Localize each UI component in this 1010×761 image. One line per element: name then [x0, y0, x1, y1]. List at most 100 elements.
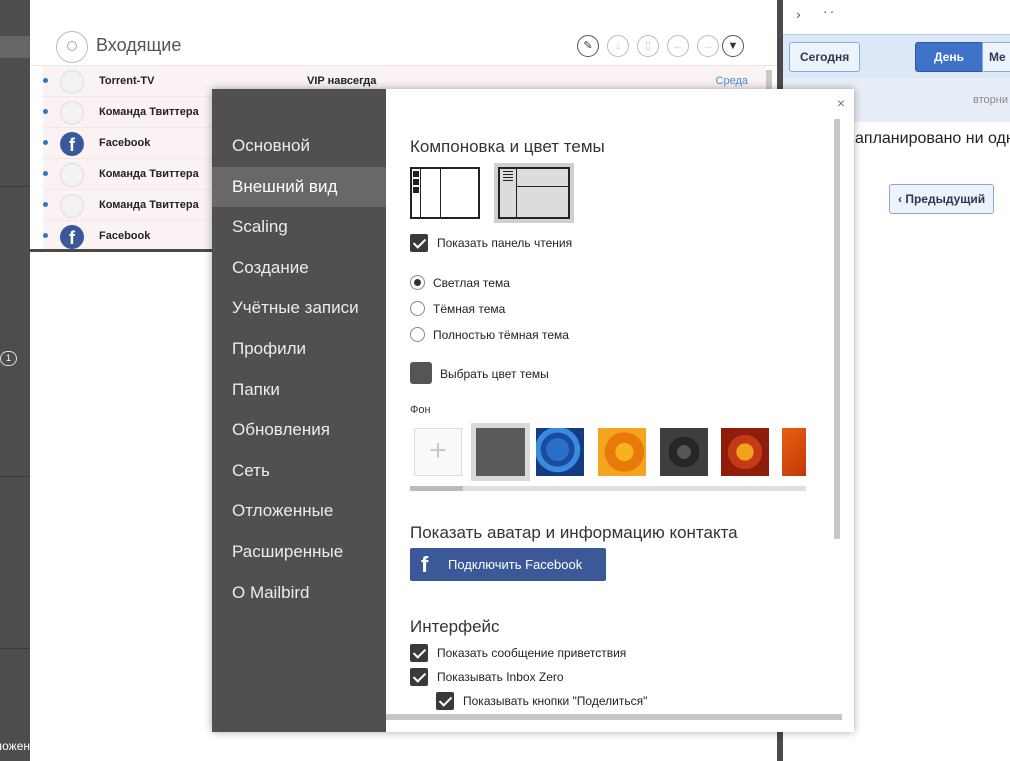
checkbox-checked-icon[interactable]: [410, 644, 428, 662]
background-scroll-track[interactable]: [410, 486, 806, 491]
settings-nav-folders[interactable]: Папки: [212, 370, 386, 411]
settings-vertical-scrollbar[interactable]: [834, 119, 840, 539]
message-sender: Команда Твиттера: [99, 106, 199, 118]
theme-light-label: Светлая тема: [433, 276, 510, 290]
more-icon[interactable]: ▼: [722, 35, 744, 57]
background-gray-swatch: [476, 428, 525, 476]
background-orange-option[interactable]: [598, 428, 646, 476]
unread-count-badge: 1: [0, 351, 17, 366]
settings-nav-composing[interactable]: Создание: [212, 248, 386, 289]
layout-block: [413, 179, 419, 185]
download-icon[interactable]: ↓: [607, 35, 629, 57]
connect-facebook-button[interactable]: f Подключить Facebook: [410, 548, 606, 581]
radio-icon[interactable]: [410, 327, 425, 342]
message-sender: Facebook: [99, 137, 151, 149]
calendar-weekday: вторни: [973, 94, 1008, 106]
background-scroll-thumb[interactable]: [410, 486, 463, 491]
avatar-heading: Показать аватар и информацию контакта: [410, 523, 738, 542]
connect-facebook-label: Подключить Facebook: [448, 557, 583, 572]
theme-full-dark-label: Полностью тёмная тема: [433, 328, 569, 342]
settings-nav-scaling[interactable]: Scaling: [212, 207, 386, 248]
radio-icon[interactable]: [410, 301, 425, 316]
forward-icon[interactable]: →: [697, 35, 719, 57]
settings-nav-advanced[interactable]: Расширенные: [212, 532, 386, 573]
layout-preview-pane-option[interactable]: [494, 163, 574, 223]
trash-icon[interactable]: ▯: [637, 35, 659, 57]
message-sender: Команда Твиттера: [99, 199, 199, 211]
checkbox-checked-icon[interactable]: [436, 692, 454, 710]
settings-nav-network[interactable]: Сеть: [212, 451, 386, 492]
calendar-toolbar: Сегодня День Ме: [783, 34, 1010, 78]
theme-color-swatch[interactable]: [410, 362, 432, 384]
calendar-expand-icon[interactable]: ›: [796, 6, 801, 22]
background-red-option[interactable]: [721, 428, 769, 476]
rail-divider: [0, 186, 30, 187]
settings-nav-identities[interactable]: Профили: [212, 329, 386, 370]
settings-nav-snoozed[interactable]: Отложенные: [212, 491, 386, 532]
pick-theme-color-label[interactable]: Выбрать цвет темы: [440, 367, 549, 381]
reply-icon[interactable]: ←: [667, 35, 689, 57]
search-icon[interactable]: [56, 31, 88, 63]
layout-line: [420, 169, 421, 217]
contact-avatar-icon: [60, 194, 84, 218]
unread-dot: [43, 171, 48, 176]
calendar-dots-icon[interactable]: ··: [823, 3, 836, 19]
mail-header: Входящие ✎ ↓ ▯ ← → ▼: [30, 0, 777, 66]
background-gray-option[interactable]: [471, 423, 530, 481]
background-blue-option[interactable]: [536, 428, 584, 476]
unread-dot: [43, 233, 48, 238]
inbox-zero-label: Показывать Inbox Zero: [437, 670, 564, 684]
unread-dot: [43, 140, 48, 145]
background-dark-option[interactable]: [660, 428, 708, 476]
add-background-icon[interactable]: +: [414, 428, 462, 476]
layout-line: [440, 169, 441, 217]
radio-selected-icon[interactable]: [410, 275, 425, 290]
rail-item-snoozed-label[interactable]: Отложен: [0, 739, 30, 753]
theme-dark-label: Тёмная тема: [433, 302, 506, 316]
checkbox-checked-icon[interactable]: [410, 234, 428, 252]
welcome-message-label: Показать сообщение приветствия: [437, 646, 627, 660]
checkbox-checked-icon[interactable]: [410, 668, 428, 686]
settings-nav-about[interactable]: О Mailbird: [212, 573, 386, 614]
layout-line: [516, 169, 517, 217]
layout-line: [503, 177, 513, 178]
reading-pane-label: Показать панель чтения: [437, 236, 573, 250]
layout-block: [413, 187, 419, 193]
settings-nav-accounts[interactable]: Учётные записи: [212, 288, 386, 329]
rail-selected-item[interactable]: [0, 36, 30, 58]
interface-heading: Интерфейс: [410, 617, 500, 636]
message-date: Среда: [715, 75, 748, 87]
settings-nav-updates[interactable]: Обновления: [212, 410, 386, 451]
settings-dialog: Основной Внешний вид Scaling Создание Уч…: [212, 89, 854, 732]
layout-line: [503, 180, 513, 181]
rail-divider: [0, 648, 30, 649]
compose-icon[interactable]: ✎: [577, 35, 599, 57]
facebook-icon: f: [421, 552, 429, 577]
today-button[interactable]: Сегодня: [789, 42, 861, 72]
settings-content: Компоновка и цвет темы Показать панель ч…: [410, 89, 840, 732]
layout-line: [503, 171, 513, 172]
unread-dot: [43, 78, 48, 83]
previous-button[interactable]: ‹ Предыдущий: [889, 184, 995, 214]
message-sender: Torrent-TV: [99, 75, 155, 87]
share-buttons-label: Показывать кнопки "Поделиться": [463, 694, 648, 708]
settings-horizontal-scrollbar[interactable]: [386, 714, 842, 720]
settings-nav-appearance[interactable]: Внешний вид: [212, 166, 386, 208]
rail-divider: [0, 476, 30, 477]
facebook-avatar-icon: f: [60, 132, 84, 156]
background-orange-partial-option[interactable]: [782, 428, 806, 476]
calendar-empty-message: апланировано ни одн: [855, 130, 1010, 147]
layout-heading: Компоновка и цвет темы: [410, 137, 605, 156]
layout-block: [413, 171, 419, 177]
day-view-button[interactable]: День: [915, 42, 983, 72]
month-view-button[interactable]: Ме: [982, 42, 1010, 72]
app-sidebar-rail: 1 Отложен: [0, 0, 30, 761]
layout-line: [503, 174, 513, 175]
layout-line: [516, 186, 568, 187]
layout-three-column-option[interactable]: [410, 167, 480, 219]
message-sender: Facebook: [99, 230, 151, 242]
settings-nav-general[interactable]: Основной: [212, 126, 386, 167]
unread-dot: [43, 202, 48, 207]
contact-avatar-icon: [60, 163, 84, 187]
contact-avatar-icon: [60, 101, 84, 125]
